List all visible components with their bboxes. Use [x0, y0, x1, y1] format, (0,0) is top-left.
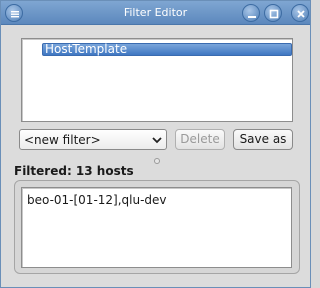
filter-select[interactable]: <new filter>	[19, 129, 167, 150]
close-icon	[297, 10, 305, 18]
splitter-handle[interactable]	[154, 158, 160, 164]
chevron-down-icon	[152, 137, 162, 144]
title-bar[interactable]: Filter Editor	[1, 1, 310, 25]
filter-select-value: <new filter>	[24, 133, 101, 147]
minimize-icon	[248, 16, 256, 18]
close-button[interactable]	[291, 4, 309, 22]
filter-editor-window: Filter Editor HostTemplate <new filter>	[0, 0, 311, 288]
maximize-icon	[269, 9, 279, 19]
filtered-count-label: Filtered: 13 hosts	[14, 164, 134, 178]
minimize-button[interactable]	[242, 4, 260, 22]
filter-controls: <new filter> Delete Save as	[1, 129, 312, 151]
list-item-hosttemplate[interactable]: HostTemplate	[42, 43, 292, 56]
host-expression-text: beo-01-[01-12],qlu-dev	[27, 193, 167, 207]
filter-list[interactable]: HostTemplate	[21, 38, 293, 122]
maximize-button[interactable]	[264, 4, 282, 22]
save-as-button[interactable]: Save as	[233, 129, 293, 150]
delete-button[interactable]: Delete	[175, 129, 225, 150]
host-expression-field[interactable]: beo-01-[01-12],qlu-dev	[21, 187, 292, 268]
